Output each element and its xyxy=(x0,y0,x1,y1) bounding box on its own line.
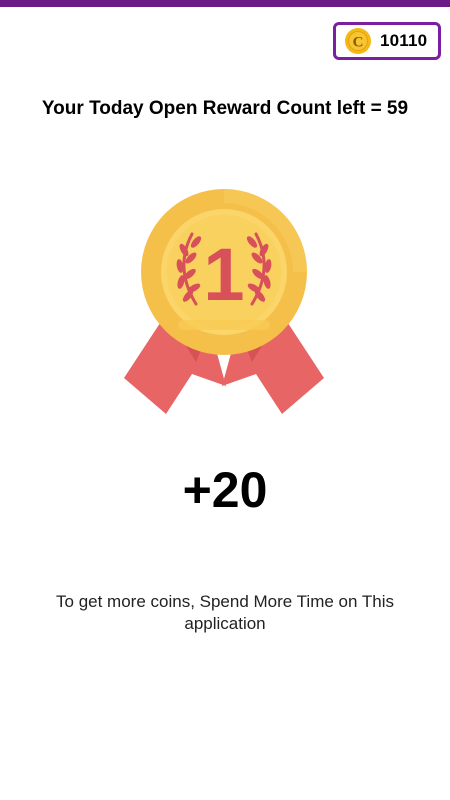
coin-balance-value: 10110 xyxy=(380,31,428,50)
coin-icon: C xyxy=(344,27,372,55)
svg-text:C: C xyxy=(353,35,364,51)
first-place-medal-icon: 1 xyxy=(118,186,330,418)
coin-balance-badge[interactable]: C 10110 xyxy=(333,22,441,60)
earn-more-hint: To get more coins, Spend More Time on Th… xyxy=(56,592,394,633)
top-status-bar xyxy=(0,0,450,7)
medal-number: 1 xyxy=(203,233,244,316)
reward-count-title: Your Today Open Reward Count left = 59 xyxy=(41,98,409,119)
reward-amount: +20 xyxy=(182,462,268,518)
